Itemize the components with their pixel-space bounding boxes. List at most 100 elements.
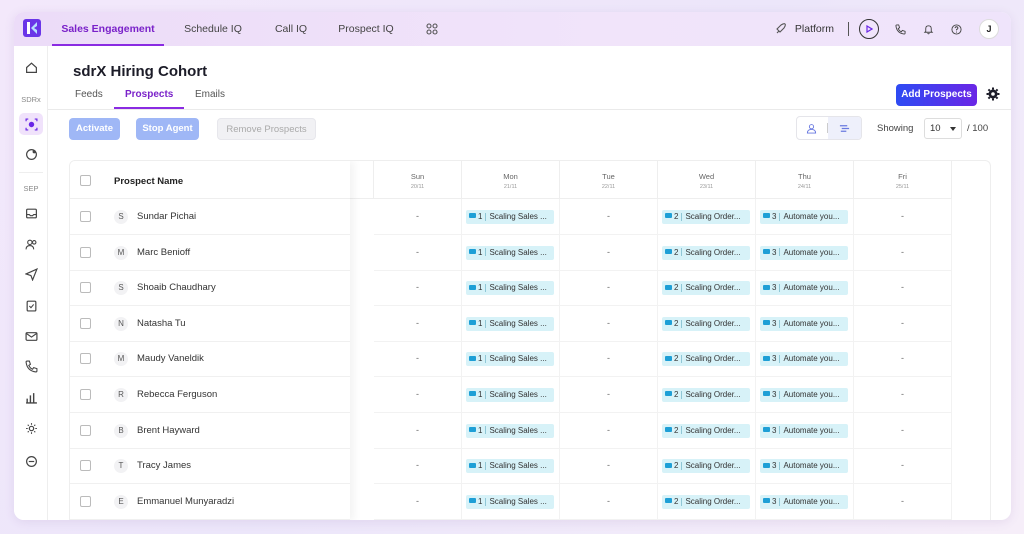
prospect-name[interactable]: Rebecca Ferguson xyxy=(137,389,217,400)
phone-icon[interactable] xyxy=(891,20,909,38)
email-step-chip[interactable]: 1 Scaling Sales ... xyxy=(466,494,554,509)
schedule-cell[interactable]: 2 Scaling Order... xyxy=(658,341,756,378)
table-row[interactable]: E Emmanuel Munyaradzi xyxy=(70,484,350,520)
schedule-cell[interactable]: - xyxy=(374,305,462,342)
nav-tab-schedule-iq[interactable]: Schedule IQ xyxy=(174,12,252,46)
email-step-chip[interactable]: 1 Scaling Sales ... xyxy=(466,281,554,296)
table-row[interactable]: M Marc Benioff xyxy=(70,235,350,271)
email-step-chip[interactable]: 3 Automate you... xyxy=(760,281,848,296)
remove-prospects-button[interactable]: Remove Prospects xyxy=(217,118,316,140)
email-step-chip[interactable]: 3 Automate you... xyxy=(760,210,848,224)
bell-icon[interactable] xyxy=(919,20,937,38)
schedule-cell[interactable]: - xyxy=(374,377,462,413)
schedule-cell[interactable]: - xyxy=(560,341,658,378)
schedule-cell[interactable]: 2 Scaling Order... xyxy=(658,199,756,235)
schedule-cell[interactable]: - xyxy=(560,412,658,449)
email-step-chip[interactable]: 2 Scaling Order... xyxy=(662,210,750,224)
schedule-cell[interactable]: - xyxy=(560,448,658,485)
email-step-chip[interactable]: 2 Scaling Order... xyxy=(662,352,750,367)
schedule-cell[interactable]: 3 Automate you... xyxy=(756,305,854,342)
row-checkbox[interactable] xyxy=(80,353,91,365)
email-step-chip[interactable]: 2 Scaling Order... xyxy=(662,316,750,331)
nav-tab-sales-engagement[interactable]: Sales Engagement xyxy=(52,12,164,46)
schedule-cell[interactable]: 3 Automate you... xyxy=(756,483,854,520)
table-row[interactable]: R Rebecca Ferguson xyxy=(70,377,350,413)
row-checkbox[interactable] xyxy=(80,317,91,329)
schedule-cell[interactable]: - xyxy=(854,199,952,235)
schedule-cell[interactable]: - xyxy=(854,483,952,520)
table-row[interactable]: M Maudy Vaneldik xyxy=(70,341,350,378)
prospect-name[interactable]: Marc Benioff xyxy=(137,247,190,258)
schedule-cell[interactable]: - xyxy=(374,234,462,271)
avatar[interactable]: J xyxy=(979,19,999,39)
schedule-cell[interactable]: - xyxy=(374,412,462,449)
email-step-chip[interactable]: 1 Scaling Sales ... xyxy=(466,316,554,331)
nav-tab-prospect-iq[interactable]: Prospect IQ xyxy=(330,12,402,46)
platform-link[interactable]: Platform xyxy=(795,23,834,35)
schedule-cell[interactable]: - xyxy=(374,270,462,307)
schedule-cell[interactable]: 2 Scaling Order... xyxy=(658,270,756,307)
select-all-checkbox[interactable] xyxy=(80,175,91,186)
schedule-cell[interactable]: - xyxy=(854,270,952,307)
schedule-cell[interactable]: - xyxy=(854,448,952,485)
home-icon[interactable] xyxy=(23,59,39,75)
prospect-name[interactable]: Natasha Tu xyxy=(137,318,186,329)
email-step-chip[interactable]: 1 Scaling Sales ... xyxy=(466,388,554,402)
schedule-cell[interactable]: - xyxy=(374,199,462,235)
email-step-chip[interactable]: 3 Automate you... xyxy=(760,494,848,509)
stop-agent-button[interactable]: Stop Agent xyxy=(136,118,199,140)
email-step-chip[interactable]: 3 Automate you... xyxy=(760,423,848,438)
person-view-icon[interactable] xyxy=(797,117,827,139)
email-step-chip[interactable]: 1 Scaling Sales ... xyxy=(466,352,554,367)
schedule-cell[interactable]: 3 Automate you... xyxy=(756,341,854,378)
email-step-chip[interactable]: 1 Scaling Sales ... xyxy=(466,210,554,224)
task-icon[interactable] xyxy=(23,297,39,313)
row-checkbox[interactable] xyxy=(80,211,91,222)
email-step-chip[interactable]: 2 Scaling Order... xyxy=(662,494,750,509)
schedule-cell[interactable]: - xyxy=(560,305,658,342)
help-icon[interactable] xyxy=(947,20,965,38)
schedule-cell[interactable]: - xyxy=(854,341,952,378)
prospect-name[interactable]: Maudy Vaneldik xyxy=(137,353,204,364)
email-step-chip[interactable]: 3 Automate you... xyxy=(760,316,848,331)
play-agent-button[interactable] xyxy=(859,19,879,39)
email-step-chip[interactable]: 2 Scaling Order... xyxy=(662,459,750,474)
row-checkbox[interactable] xyxy=(80,460,91,472)
tab-emails[interactable]: Emails xyxy=(195,89,225,109)
schedule-cell[interactable]: - xyxy=(560,199,658,235)
mail-icon[interactable] xyxy=(23,328,39,344)
agent-icon[interactable] xyxy=(23,116,39,132)
prospect-name[interactable]: Tracy James xyxy=(137,460,191,471)
schedule-cell[interactable]: 2 Scaling Order... xyxy=(658,448,756,485)
email-step-chip[interactable]: 1 Scaling Sales ... xyxy=(466,423,554,438)
schedule-cell[interactable]: 1 Scaling Sales ... xyxy=(462,341,560,378)
schedule-cell[interactable]: 2 Scaling Order... xyxy=(658,412,756,449)
email-step-chip[interactable]: 3 Automate you... xyxy=(760,459,848,474)
schedule-cell[interactable]: 3 Automate you... xyxy=(756,234,854,271)
email-step-chip[interactable]: 2 Scaling Order... xyxy=(662,423,750,438)
schedule-cell[interactable]: - xyxy=(854,234,952,271)
table-row[interactable]: S Shoaib Chaudhary xyxy=(70,270,350,307)
add-prospects-button[interactable]: Add Prospects xyxy=(896,84,977,106)
schedule-cell[interactable]: 1 Scaling Sales ... xyxy=(462,234,560,271)
row-checkbox[interactable] xyxy=(80,495,91,507)
tab-feeds[interactable]: Feeds xyxy=(75,89,103,109)
settings-icon[interactable] xyxy=(23,420,39,436)
globe-icon[interactable] xyxy=(23,146,39,162)
schedule-cell[interactable]: 1 Scaling Sales ... xyxy=(462,483,560,520)
schedule-cell[interactable]: - xyxy=(374,483,462,520)
users-icon[interactable] xyxy=(23,236,39,252)
schedule-cell[interactable]: - xyxy=(560,377,658,413)
schedule-cell[interactable]: - xyxy=(854,412,952,449)
schedule-cell[interactable]: - xyxy=(560,270,658,307)
email-step-chip[interactable]: 3 Automate you... xyxy=(760,245,848,260)
schedule-cell[interactable]: - xyxy=(854,305,952,342)
schedule-cell[interactable]: 1 Scaling Sales ... xyxy=(462,412,560,449)
email-step-chip[interactable]: 2 Scaling Order... xyxy=(662,281,750,296)
row-checkbox[interactable] xyxy=(80,389,91,400)
prospect-name[interactable]: Brent Hayward xyxy=(137,425,200,436)
apps-grid-icon[interactable] xyxy=(423,20,441,38)
schedule-cell[interactable]: 1 Scaling Sales ... xyxy=(462,305,560,342)
prospect-name[interactable]: Shoaib Chaudhary xyxy=(137,282,216,293)
table-row[interactable]: N Natasha Tu xyxy=(70,306,350,342)
